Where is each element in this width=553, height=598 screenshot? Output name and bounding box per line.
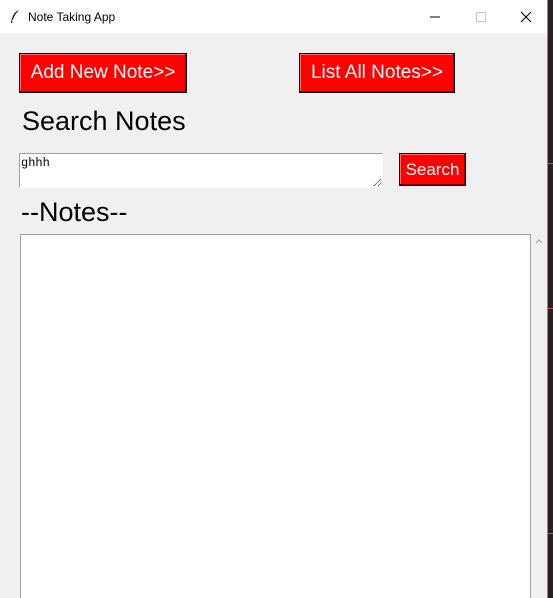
add-new-note-button[interactable]: Add New Note>> <box>19 53 187 93</box>
background-divider <box>548 533 553 534</box>
minimize-icon <box>430 16 440 18</box>
search-input[interactable]: ghhh <box>19 153 383 188</box>
app-window: Note Taking App Add New Note>> List All … <box>0 0 548 598</box>
background-divider <box>548 163 553 164</box>
background-divider <box>548 308 553 309</box>
window-title: Note Taking App <box>28 10 116 24</box>
scroll-up-arrow-icon[interactable] <box>535 238 543 244</box>
maximize-button[interactable] <box>458 0 504 33</box>
minimize-button[interactable] <box>412 0 458 33</box>
background-window-edge <box>548 0 553 598</box>
notes-scrollbar[interactable] <box>531 234 547 598</box>
maximize-icon <box>476 12 486 22</box>
list-all-notes-button[interactable]: List All Notes>> <box>299 53 455 93</box>
search-notes-heading: Search Notes <box>22 106 186 136</box>
title-bar[interactable]: Note Taking App <box>0 0 547 33</box>
close-icon <box>520 11 532 23</box>
notes-list[interactable] <box>20 234 531 598</box>
search-button[interactable]: Search <box>399 153 466 186</box>
feather-icon <box>11 9 20 23</box>
close-button[interactable] <box>503 0 549 33</box>
notes-heading: --Notes-- <box>21 197 128 227</box>
